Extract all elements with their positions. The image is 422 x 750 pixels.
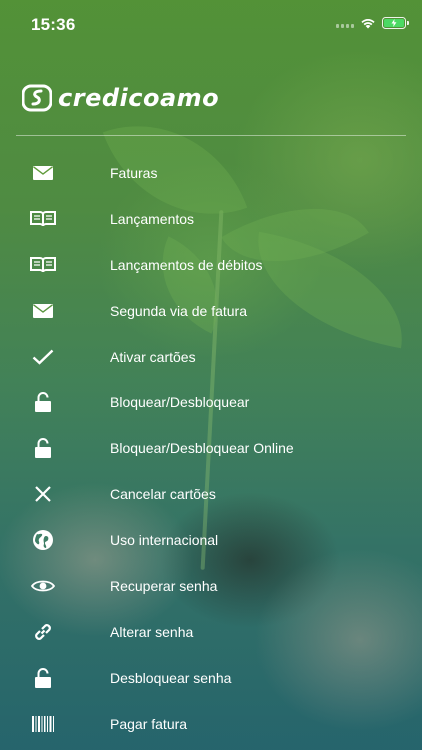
lock-icon: [0, 438, 86, 459]
menu-item-recuperar-senha[interactable]: Recuperar senha: [0, 563, 422, 609]
menu-item-label: Alterar senha: [110, 623, 194, 640]
menu-item-label: Bloquear/Desbloquear Online: [110, 440, 294, 457]
main-menu: Faturas Lançamentos Lançamentos de débit…: [0, 150, 422, 747]
menu-item-label: Pagar fatura: [110, 715, 188, 732]
status-icons: [336, 17, 409, 29]
check-icon: [0, 349, 86, 365]
menu-item-segunda-via[interactable]: Segunda via de fatura: [0, 288, 422, 334]
menu-item-label: Uso internacional: [110, 532, 219, 549]
menu-item-label: Bloquear/Desbloquear: [110, 394, 250, 411]
envelope-icon: [0, 303, 86, 318]
menu-item-label: Segunda via de fatura: [110, 302, 247, 319]
battery-icon: [382, 17, 409, 29]
cellular-signal-icon: [336, 18, 354, 28]
close-icon: [0, 485, 86, 503]
link-icon: [0, 621, 86, 643]
menu-item-label: Recuperar senha: [110, 577, 218, 594]
menu-item-bloquear-desbloquear-online[interactable]: Bloquear/Desbloquear Online: [0, 425, 422, 471]
menu-item-faturas[interactable]: Faturas: [0, 150, 422, 196]
menu-item-uso-internacional[interactable]: Uso internacional: [0, 517, 422, 563]
brand-logo: credicoamo: [22, 80, 219, 116]
menu-item-lancamentos[interactable]: Lançamentos: [0, 196, 422, 242]
menu-item-bloquear-desbloquear[interactable]: Bloquear/Desbloquear: [0, 379, 422, 425]
app-screen: 15:36 credicoamo Faturas Lançamentos Lan…: [0, 0, 422, 750]
menu-item-label: Faturas: [110, 164, 158, 181]
lock-icon: [0, 667, 86, 688]
menu-item-desbloquear-senha[interactable]: Desbloquear senha: [0, 655, 422, 701]
menu-item-label: Desbloquear senha: [110, 669, 232, 686]
menu-item-label: Ativar cartões: [110, 348, 196, 365]
menu-item-label: Lançamentos: [110, 210, 195, 227]
globe-icon: [0, 529, 86, 551]
eye-icon: [0, 579, 86, 593]
envelope-icon: [0, 165, 86, 180]
status-bar: 15:36: [0, 0, 422, 48]
lock-icon: [0, 392, 86, 413]
menu-item-alterar-senha[interactable]: Alterar senha: [0, 609, 422, 655]
wifi-icon: [361, 19, 375, 29]
brand-name: credicoamo: [58, 84, 220, 112]
header-divider: [16, 135, 406, 136]
barcode-icon: [0, 715, 86, 732]
credicoamo-logo-icon: [22, 84, 52, 112]
book-icon: [0, 256, 86, 273]
menu-item-label: Cancelar cartões: [110, 486, 216, 503]
menu-item-ativar-cartoes[interactable]: Ativar cartões: [0, 334, 422, 380]
menu-item-label: Lançamentos de débitos: [110, 256, 263, 273]
menu-item-pagar-fatura[interactable]: Pagar fatura: [0, 701, 422, 747]
status-time: 15:36: [31, 15, 76, 34]
book-icon: [0, 210, 86, 227]
charging-bolt-icon: [391, 19, 397, 27]
menu-item-cancelar-cartoes[interactable]: Cancelar cartões: [0, 471, 422, 517]
menu-item-lancamentos-debitos[interactable]: Lançamentos de débitos: [0, 242, 422, 288]
